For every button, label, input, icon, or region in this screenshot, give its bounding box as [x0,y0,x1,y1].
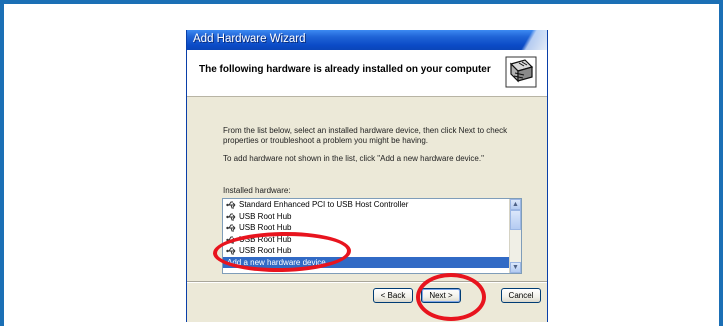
scroll-up-arrow-icon[interactable]: ▲ [510,199,521,210]
usb-icon [226,201,236,209]
list-item[interactable]: Standard Enhanced PCI to USB Host Contro… [223,199,521,211]
list-item-label: USB Root Hub [239,223,292,232]
divider [187,281,547,282]
list-item-label: USB Root Hub [239,211,292,221]
usb-icon [226,213,236,220]
header-title: The following hardware is already instal… [199,64,491,75]
scroll-down-arrow-icon[interactable]: ▼ [510,262,521,273]
wizard-header: The following hardware is already instal… [187,50,547,97]
red-highlight-circle-next [416,273,486,321]
title-bar[interactable]: Add Hardware Wizard [187,30,547,50]
add-hardware-hint: To add hardware not shown in the list, c… [223,154,484,163]
list-item[interactable]: USB Root Hub [223,211,521,223]
add-hardware-wizard-window: Add Hardware Wizard The following hardwa… [186,30,548,322]
hardware-wizard-icon [505,56,537,88]
scroll-thumb[interactable] [510,210,521,230]
cancel-button[interactable]: Cancel [501,288,541,303]
list-scrollbar[interactable]: ▲ ▼ [509,199,521,273]
back-button[interactable]: < Back [373,288,413,303]
instruction-text: From the list below, select an installed… [223,126,508,145]
list-item-label: Standard Enhanced PCI to USB Host Contro… [239,200,409,209]
installed-hardware-label: Installed hardware: [223,186,291,195]
usb-icon [226,224,236,232]
window-title: Add Hardware Wizard [193,33,306,45]
